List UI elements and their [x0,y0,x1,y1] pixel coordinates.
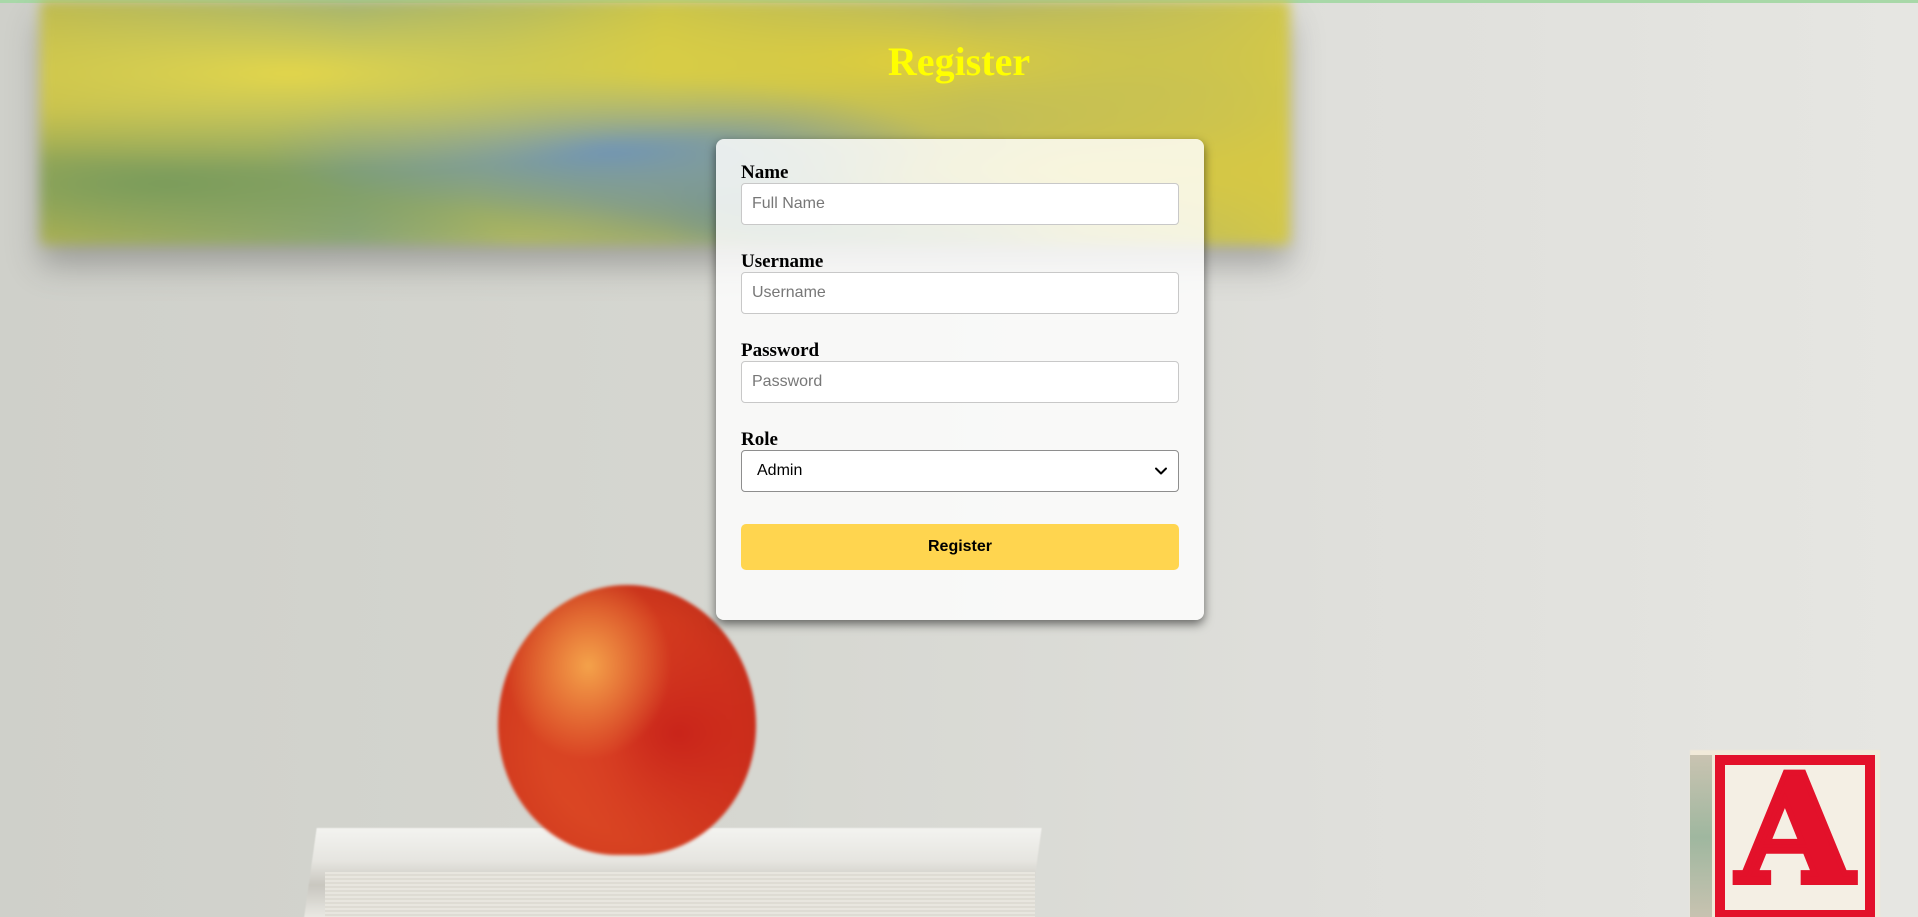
alphabet-block-side [1690,755,1712,917]
username-field-group: Username [741,252,1179,314]
chevron-down-icon [1155,467,1167,475]
password-field-group: Password [741,341,1179,403]
book-pages [325,872,1035,917]
role-field-group: Role Admin [741,430,1179,492]
username-label: Username [741,251,824,272]
role-select-value: Admin [757,462,803,479]
page-title: Register [887,39,1031,84]
name-field-group: Name [741,163,1179,225]
register-form: Name Username Password Role Admin Regist… [716,139,1204,620]
role-select[interactable]: Admin [741,450,1179,492]
role-label: Role [741,429,778,450]
register-button[interactable]: Register [741,524,1179,570]
name-input[interactable] [741,183,1179,225]
password-input[interactable] [741,361,1179,403]
apple [498,585,756,855]
alphabet-block-letter: A [1734,742,1856,917]
name-label: Name [741,162,789,183]
password-label: Password [741,340,820,361]
username-input[interactable] [741,272,1179,314]
